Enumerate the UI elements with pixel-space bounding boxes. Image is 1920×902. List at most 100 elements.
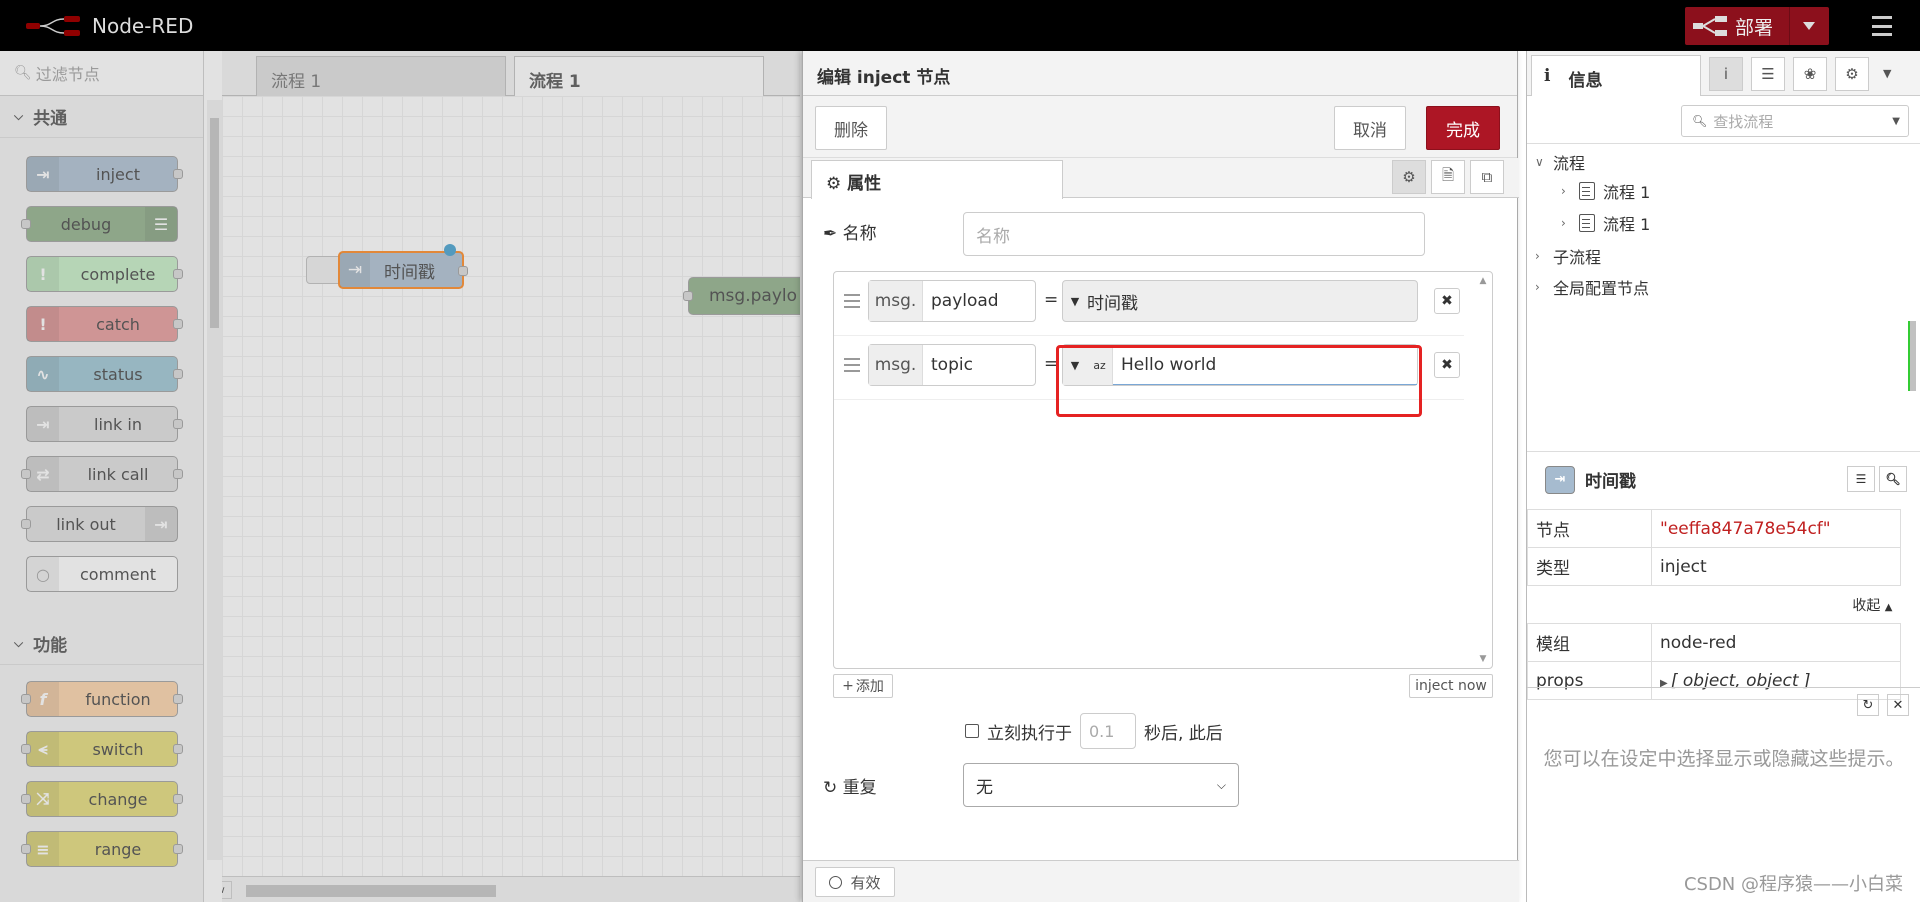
- book-icon[interactable]: ☰: [1751, 57, 1785, 91]
- tree-flow-item[interactable]: › 流程 1: [1561, 179, 1650, 203]
- props-list-scrollbar[interactable]: ▲ ▼: [1476, 276, 1490, 664]
- caret-down-icon[interactable]: ▼: [1892, 116, 1900, 127]
- collapse-toggle[interactable]: 收起 ▲: [1527, 585, 1901, 624]
- caret-down-icon[interactable]: ▼: [1883, 67, 1891, 80]
- node-label: catch: [96, 314, 140, 334]
- scroll-up-icon[interactable]: ▲: [1476, 276, 1490, 286]
- repeat-select[interactable]: 无 ⌵: [963, 763, 1239, 807]
- prop-key-input[interactable]: msg. payload: [868, 280, 1036, 322]
- palette-node-inject[interactable]: ⇥ inject: [26, 156, 183, 192]
- palette-scrollbar[interactable]: [207, 100, 222, 860]
- msg-prefix: msg.: [869, 345, 923, 385]
- tree-global-config[interactable]: › 全局配置节点: [1535, 275, 1649, 299]
- palette-node-link-in[interactable]: ⇥ link in: [26, 406, 183, 442]
- drag-handle-icon[interactable]: [844, 358, 860, 372]
- inject-now-button[interactable]: inject now: [1409, 674, 1493, 698]
- caret-down-icon[interactable]: ▼: [1063, 295, 1087, 308]
- node-label: change: [88, 789, 148, 809]
- main-menu-hamburger-icon[interactable]: [1864, 12, 1900, 40]
- remove-x-icon[interactable]: ✖: [1434, 352, 1460, 378]
- palette-node-range[interactable]: ≡ range: [21, 831, 183, 867]
- settings-gear-icon[interactable]: ⚙: [1392, 160, 1426, 194]
- remove-x-icon[interactable]: ✖: [1434, 288, 1460, 314]
- tree-flows[interactable]: ∨ 流程: [1535, 150, 1585, 174]
- palette-node-link-out[interactable]: link out ⇥: [21, 506, 178, 542]
- flow-search-input[interactable]: 🔍︎ 查找流程 ▼: [1681, 105, 1909, 137]
- tray-footer: 有效: [803, 860, 1519, 902]
- changed-indicator-icon: [444, 244, 456, 256]
- cancel-button[interactable]: 取消: [1334, 106, 1406, 150]
- refresh-icon[interactable]: ↻: [1857, 694, 1879, 716]
- palette-node-debug[interactable]: debug ☰: [21, 206, 178, 242]
- chevron-down-icon[interactable]: ∨: [222, 881, 232, 899]
- info-value[interactable]: "eeffa847a78e54cf": [1651, 509, 1901, 548]
- node-edit-tray: 编辑 inject 节点 删除 取消 完成 ⚙ 属性 ⚙ 🗎︎ ⧉ ✒ 名称 名…: [802, 51, 1519, 902]
- horizontal-scrollbar[interactable]: [246, 885, 496, 897]
- description-doc-icon[interactable]: 🗎︎: [1431, 160, 1465, 194]
- tab-flow-1-active[interactable]: 流程 1: [514, 56, 764, 96]
- tab-flow-1[interactable]: 流程 1: [256, 56, 506, 96]
- scroll-down-icon[interactable]: ▼: [1476, 654, 1490, 664]
- add-property-button[interactable]: + 添加: [833, 674, 893, 698]
- tray-title: 编辑 inject 节点: [803, 51, 1517, 96]
- book-icon[interactable]: ☰: [1847, 466, 1875, 492]
- inject-once-checkbox[interactable]: [965, 724, 979, 738]
- enabled-toggle-button[interactable]: 有效: [815, 867, 895, 897]
- tree-flow-item[interactable]: › 流程 1: [1561, 211, 1650, 235]
- palette-category-function[interactable]: ⌵ 功能: [0, 623, 203, 665]
- caret-down-icon[interactable]: ▼: [1063, 345, 1087, 385]
- deploy-menu-caret-icon[interactable]: [1790, 22, 1828, 30]
- range-icon: ≡: [27, 832, 59, 866]
- chevron-down-icon: ∨: [1535, 155, 1544, 169]
- flow-canvas[interactable]: ⇥ 时间戳 msg.paylo: [222, 96, 800, 876]
- palette-node-comment[interactable]: ○ comment: [26, 556, 178, 592]
- done-button[interactable]: 完成: [1426, 106, 1500, 150]
- appearance-frame-icon[interactable]: ⧉: [1470, 160, 1504, 194]
- tab-properties[interactable]: ⚙ 属性: [811, 160, 1063, 199]
- node-label: comment: [79, 564, 156, 584]
- palette-node-function[interactable]: f function: [21, 681, 183, 717]
- info-row-module: 模组 node-red: [1527, 623, 1901, 662]
- gear-icon[interactable]: ⚙: [1835, 57, 1869, 91]
- drag-handle-icon[interactable]: [844, 294, 860, 308]
- name-label-wrap: ✒ 名称: [823, 219, 877, 244]
- info-key: 节点: [1527, 509, 1652, 548]
- prop-key-input[interactable]: msg. topic: [868, 344, 1036, 386]
- prop-key: topic: [931, 355, 973, 375]
- close-icon[interactable]: ✕: [1887, 694, 1909, 716]
- tree-scrollbar[interactable]: [1906, 149, 1918, 439]
- palette-category-common[interactable]: ⌵ 共通: [0, 96, 203, 138]
- palette-search-input[interactable]: 🔍︎ 过滤节点: [0, 51, 203, 96]
- name-input[interactable]: 名称: [963, 212, 1425, 256]
- bug-icon[interactable]: ❀: [1793, 57, 1827, 91]
- prop-value-typed-input[interactable]: ▼ az Hello world: [1062, 344, 1418, 386]
- prop-value-typed-input[interactable]: ▼ 时间戳: [1062, 280, 1418, 322]
- node-info-table: 节点 "eeffa847a78e54cf" 类型 inject 收起 ▲ 模组 …: [1527, 509, 1901, 700]
- search-icon[interactable]: 🔍︎: [1879, 466, 1907, 492]
- palette-node-complete[interactable]: ! complete: [26, 256, 183, 292]
- link-in-icon: ⇥: [27, 407, 59, 441]
- info-icon[interactable]: i: [1709, 57, 1743, 91]
- inject-once-label: 立刻执行于: [987, 723, 1072, 744]
- chevron-right-icon: ›: [1561, 216, 1566, 230]
- tab-label: 属性: [847, 174, 882, 194]
- deploy-button[interactable]: 部署: [1685, 7, 1829, 45]
- tag-icon: ✒: [823, 224, 838, 244]
- tab-info[interactable]: i 信息: [1531, 55, 1701, 96]
- palette-node-change[interactable]: ⤨ change: [21, 781, 183, 817]
- app-title: Node-RED: [92, 14, 194, 38]
- palette-node-link-call[interactable]: ⇄ link call: [21, 456, 183, 492]
- palette-node-status[interactable]: ∿ status: [26, 356, 183, 392]
- prop-value-input-text[interactable]: Hello world: [1113, 345, 1417, 385]
- flow-node-inject[interactable]: ⇥ 时间戳: [338, 244, 468, 289]
- palette-node-catch[interactable]: ! catch: [26, 306, 183, 342]
- workspace-footer: ∧ ∨: [222, 876, 800, 902]
- once-delay-input[interactable]: 0.1: [1080, 713, 1136, 749]
- info-row-collapse: 收起 ▲: [1527, 585, 1901, 624]
- exclamation-icon: !: [27, 307, 59, 341]
- palette-node-switch[interactable]: ⪪ switch: [21, 731, 183, 767]
- flow-node-debug[interactable]: msg.paylo: [683, 277, 800, 315]
- delete-button[interactable]: 删除: [815, 106, 887, 150]
- tree-subflows[interactable]: › 子流程: [1535, 244, 1601, 268]
- arrow-in-icon: ⇥: [27, 157, 59, 191]
